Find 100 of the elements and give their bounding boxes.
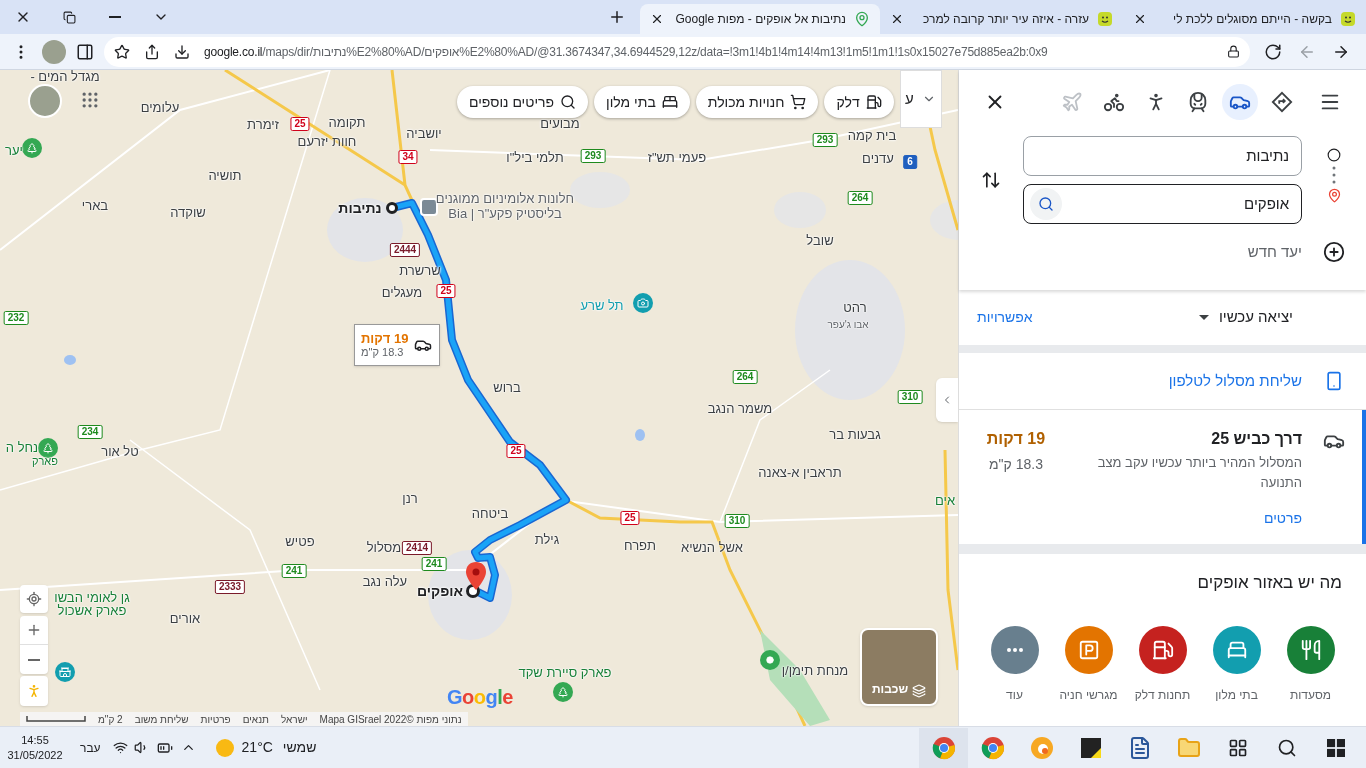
- send-to-phone-link[interactable]: שליחת מסלול לטלפון: [1168, 369, 1302, 393]
- options-link[interactable]: אפשרויות: [977, 307, 1033, 328]
- attribution-link[interactable]: שליחת משוב: [134, 711, 189, 726]
- attribution-link[interactable]: ישראל: [280, 711, 308, 726]
- minimize-icon: [109, 16, 121, 18]
- clock[interactable]: 14:55 31/05/2022: [0, 732, 70, 763]
- place-label: בארי: [81, 198, 109, 212]
- scale-label: 2 ק"מ: [98, 712, 123, 726]
- road-number-sign: 310: [897, 390, 923, 404]
- place-label: עלומים: [140, 100, 180, 114]
- road-number-sign: 232: [3, 311, 29, 325]
- close-tab-icon[interactable]: [650, 12, 664, 26]
- side-panel-icon[interactable]: [76, 42, 94, 61]
- plus-icon: [608, 8, 626, 26]
- nearby-heading: מה יש באזור אופקים: [1197, 572, 1342, 594]
- lock-icon[interactable]: [1227, 45, 1240, 58]
- person-icon: [26, 683, 42, 699]
- layers-button[interactable]: שכבות: [860, 628, 938, 706]
- place-label: עלה נגב: [362, 574, 408, 588]
- destination-pin-icon: [466, 562, 486, 590]
- cart-icon: [790, 94, 807, 110]
- road-number-sign: 25: [506, 444, 526, 458]
- tree-pin-icon: [38, 438, 58, 458]
- place-label: פטיש: [285, 534, 315, 548]
- route-distance: 18.3 ק"מ: [361, 346, 404, 359]
- search-icon: [1276, 737, 1297, 758]
- road-number-sign: 2414: [401, 541, 433, 555]
- route-duration: 19 דקות: [986, 429, 1046, 449]
- parking-icon: [1077, 638, 1100, 661]
- close-tab-icon[interactable]: [890, 12, 904, 26]
- road-number-sign: 6: [903, 155, 917, 169]
- destination-field[interactable]: אופקים: [1022, 184, 1303, 224]
- cut-chip-label: ע: [905, 88, 914, 109]
- depart-time-dropdown[interactable]: יציאה עכשיו: [1198, 306, 1293, 329]
- place-label: יושביה: [406, 126, 442, 140]
- nearby-category-button[interactable]: מסעדות: [1286, 625, 1335, 704]
- share-icon[interactable]: [144, 43, 160, 60]
- search-icon: [1037, 196, 1054, 212]
- airplane-icon: [1061, 91, 1083, 113]
- attribution-link[interactable]: תנאים: [242, 711, 269, 726]
- swap-icon[interactable]: [980, 170, 1001, 190]
- place-label: רהט: [843, 300, 867, 314]
- place-label: אבו ג'עפר: [827, 320, 869, 330]
- close-tab-icon[interactable]: [1133, 12, 1147, 26]
- place-label: פארק סיירת שקד: [518, 665, 612, 679]
- add-destination-link[interactable]: יעד חדש: [1247, 240, 1302, 264]
- road-number-sign: 2444: [389, 243, 421, 257]
- road-number-sign: 25: [436, 284, 456, 298]
- install-icon[interactable]: [174, 43, 190, 60]
- nearby-category-button[interactable]: עוד: [990, 625, 1039, 704]
- road-number-sign: 264: [732, 370, 758, 384]
- browser-icon: [931, 735, 956, 760]
- place-label: שובל: [806, 233, 834, 247]
- place-label: תל שרע: [580, 298, 624, 312]
- poi-marker-icon: [420, 198, 438, 216]
- category-chip[interactable]: בתי מלון: [594, 86, 690, 118]
- place-label: משמר הנגב: [707, 401, 773, 415]
- language-indicator[interactable]: עבר: [80, 738, 101, 757]
- attribution-link[interactable]: פרטיות: [200, 711, 231, 726]
- apps-grid-icon[interactable]: [80, 90, 100, 110]
- category-chip[interactable]: דלק: [824, 86, 894, 118]
- place-label: ביטחה: [471, 506, 509, 520]
- category-chip[interactable]: פריטים נוספים: [457, 86, 589, 118]
- star-icon[interactable]: [114, 43, 130, 60]
- wifi-icon[interactable]: [112, 740, 128, 755]
- folder-icon: [1176, 735, 1201, 760]
- search-button[interactable]: [1029, 188, 1062, 220]
- category-chip[interactable]: חנויות מכולת: [695, 86, 819, 118]
- road-number-sign: 25: [620, 511, 640, 525]
- train-icon: [1187, 91, 1209, 113]
- route-info-popup[interactable]: 19 דקות 18.3 ק"מ: [354, 324, 440, 366]
- google-logo: Google: [447, 685, 513, 710]
- reload-icon[interactable]: [1264, 42, 1282, 61]
- origin-field[interactable]: נתיבות: [1022, 136, 1303, 176]
- bed-icon: [661, 94, 678, 110]
- minus-icon: [28, 658, 40, 661]
- bicycle-icon: [1103, 91, 1125, 113]
- route-card[interactable]: 19 דקות 18.3 ק"מ דרך כביש 25 המסלול המהיר ביותר עכשיו עקב מצב התנועה פרטים: [959, 410, 1366, 544]
- add-icon[interactable]: [1323, 241, 1345, 263]
- map-drawing[interactable]: [0, 70, 958, 726]
- search-icon: [560, 94, 577, 110]
- details-link[interactable]: פרטים: [1264, 508, 1302, 529]
- browser-tab[interactable]: נתיבות אל אופקים - מפות Google: [640, 4, 880, 34]
- road-number-sign: 264: [847, 191, 873, 205]
- note-icon: [1078, 735, 1103, 760]
- place-label: מעגלים: [381, 285, 423, 299]
- travel-mode-button[interactable]: [1222, 84, 1258, 120]
- my-location-button[interactable]: [20, 585, 48, 613]
- browser-tab[interactable]: בקשה - הייתם מסוגלים ללכת לי: [1123, 4, 1366, 34]
- route-distance: 18.3 ק"מ: [989, 455, 1043, 474]
- road-number-sign: 241: [421, 557, 447, 571]
- route-duration: 19 דקות: [361, 331, 409, 346]
- place-label: חלונות אלומיניום ממוגנים: [435, 191, 575, 205]
- more-icon: [1006, 647, 1023, 652]
- plus-icon: [26, 622, 42, 638]
- start-icon: [1326, 738, 1345, 757]
- chip-overflow-panel[interactable]: ע: [900, 70, 942, 128]
- road-number-sign: 25: [290, 117, 310, 131]
- browser-tab[interactable]: עזרה - איזה עיר יותר קרובה למרכ: [880, 4, 1123, 34]
- nearby-category-button[interactable]: בתי מלון: [1212, 625, 1261, 704]
